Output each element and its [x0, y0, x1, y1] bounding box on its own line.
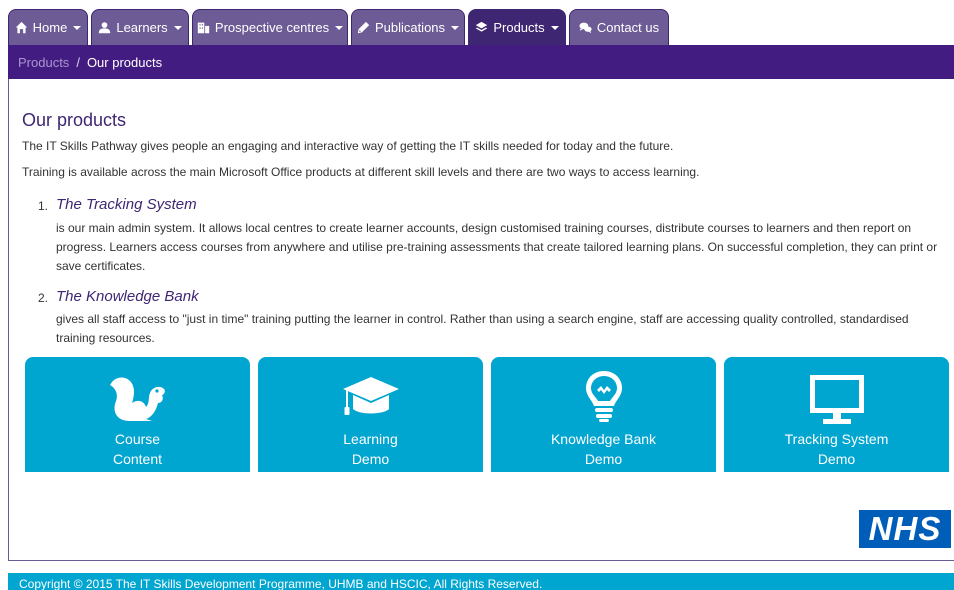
monitor-icon — [809, 375, 864, 424]
intro-paragraph-2: Training is available across the main Mi… — [22, 165, 700, 179]
tile-label-line2: Content — [112, 451, 163, 467]
chat-icon — [579, 22, 592, 34]
knowledge-bank-heading: The Knowledge Bank — [56, 288, 199, 305]
tab-home[interactable]: Home — [8, 9, 88, 45]
top-navigation: Home Learners Prospective centres Public… — [0, 0, 954, 45]
tab-publications[interactable]: Publications — [351, 9, 465, 45]
squirrel-icon — [109, 377, 165, 421]
user-icon — [99, 22, 111, 34]
tab-prospective-centres-label: Prospective centres — [214, 20, 330, 35]
footer-copyright: Copyright © 2015 The IT Skills Developme… — [8, 573, 954, 590]
chevron-down-icon — [451, 25, 460, 30]
tab-products-label: Products — [493, 20, 545, 35]
tracking-system-demo-tile[interactable]: Tracking System Demo — [724, 357, 949, 472]
tile-label-line2: Demo — [584, 451, 623, 467]
breadcrumb-current: Our products — [86, 54, 163, 70]
home-icon — [15, 21, 27, 34]
course-content-tile[interactable]: Course Content — [25, 357, 250, 472]
tile-label-line2: Demo — [351, 451, 390, 467]
tab-publications-label: Publications — [374, 20, 446, 35]
chevron-down-icon — [173, 25, 182, 30]
tab-learners[interactable]: Learners — [91, 9, 189, 45]
knowledge-bank-description: gives all staff access to "just in time"… — [56, 312, 909, 345]
building-icon — [197, 22, 210, 34]
knowledge-bank-demo-tile[interactable]: Knowledge Bank Demo — [491, 357, 716, 472]
page-title: Our products — [22, 110, 127, 130]
tab-contact-us-label: Contact us — [596, 20, 660, 35]
tile-label-line2: Demo — [817, 451, 856, 467]
tracking-system-description: is our main admin system. It allows loca… — [56, 221, 938, 273]
learning-demo-tile[interactable]: Learning Demo — [258, 357, 483, 472]
tile-label-line1: Learning — [343, 431, 398, 447]
list-item-number: 2. — [38, 291, 49, 305]
breadcrumb: Products / Our products — [8, 45, 954, 79]
chevron-down-icon — [550, 25, 559, 30]
tab-prospective-centres[interactable]: Prospective centres — [192, 9, 348, 45]
nhs-logo: NHS — [859, 510, 951, 548]
tile-label-line1: Course — [114, 431, 161, 447]
tab-products[interactable]: Products — [468, 9, 566, 45]
chevron-down-icon — [73, 25, 82, 30]
chevron-down-icon — [335, 25, 344, 30]
tab-learners-label: Learners — [116, 20, 168, 35]
pencil-icon — [357, 21, 370, 34]
graduation-cap-icon — [342, 377, 399, 415]
breadcrumb-products-link[interactable]: Products — [18, 55, 69, 70]
tracking-system-heading: The Tracking System — [56, 196, 197, 213]
lightbulb-icon — [585, 371, 622, 422]
breadcrumb-separator: / — [76, 54, 80, 70]
intro-paragraph-1: The IT Skills Pathway gives people an en… — [22, 139, 674, 153]
list-item-number: 1. — [38, 199, 49, 213]
tab-home-label: Home — [32, 20, 68, 35]
tile-label-line1: Knowledge Bank — [550, 431, 657, 447]
layers-icon — [476, 21, 488, 32]
tile-label-line1: Tracking System — [784, 431, 889, 447]
tab-contact-us[interactable]: Contact us — [569, 9, 669, 45]
